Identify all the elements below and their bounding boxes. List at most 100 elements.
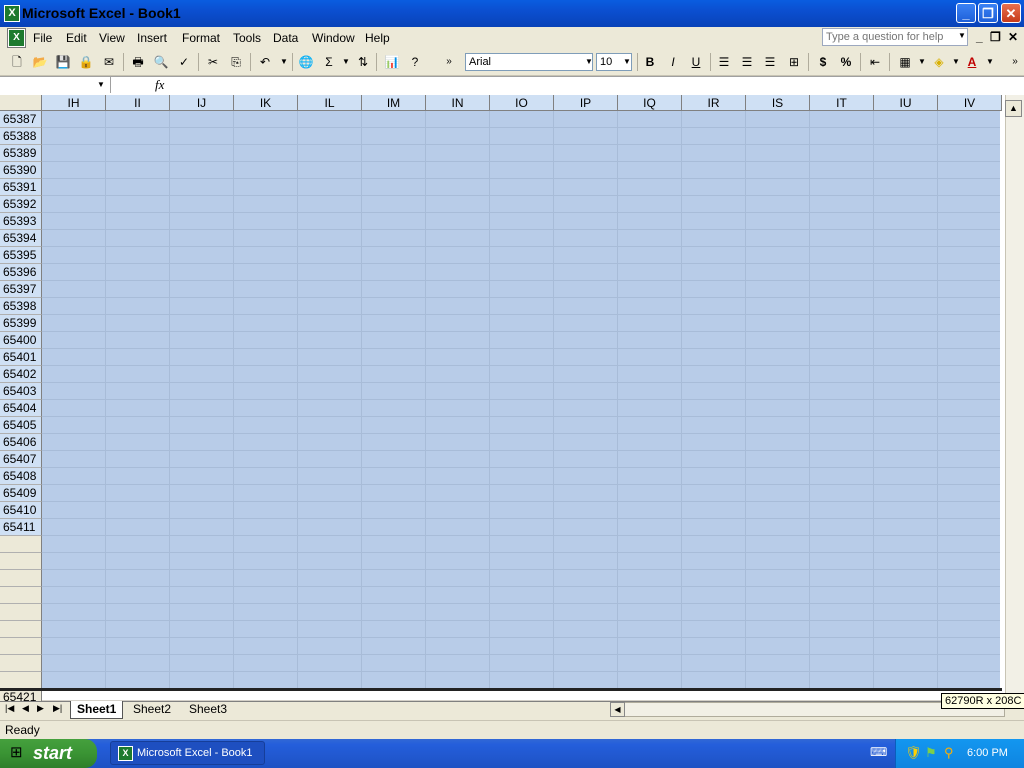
column-header[interactable]: IJ (170, 95, 234, 111)
menu-window[interactable]: Window (312, 31, 355, 45)
column-header[interactable]: IK (234, 95, 298, 111)
row-header[interactable] (0, 604, 42, 621)
doc-restore-icon[interactable]: ❐ (990, 30, 1001, 44)
menu-help[interactable]: Help (365, 31, 390, 45)
column-header[interactable]: IM (362, 95, 426, 111)
row-header[interactable]: 65405 (0, 417, 42, 434)
save-icon[interactable]: 💾 (54, 53, 72, 71)
row-header[interactable]: 65409 (0, 485, 42, 502)
split-bar[interactable] (0, 688, 1002, 691)
print-preview-icon[interactable]: 🔍 (152, 53, 170, 71)
row-header[interactable]: 65400 (0, 332, 42, 349)
help-search-input[interactable] (823, 29, 959, 45)
chevron-down-icon[interactable]: ▼ (618, 53, 636, 71)
column-header[interactable]: II (106, 95, 170, 111)
chevron-down-icon[interactable]: ▼ (981, 53, 999, 71)
sort-ascending-icon[interactable]: ⇅ (354, 53, 372, 71)
row-header[interactable]: 65395 (0, 247, 42, 264)
chevron-down-icon[interactable]: ▼ (275, 53, 293, 71)
row-header[interactable]: 65397 (0, 281, 42, 298)
help-icon[interactable]: ? (406, 53, 424, 71)
workbook-icon[interactable]: X (7, 28, 26, 48)
search-icon[interactable]: ⚲ (944, 745, 954, 761)
scroll-left-arrow-icon[interactable]: ◀ (610, 702, 625, 717)
row-header[interactable]: 65394 (0, 230, 42, 247)
row-header[interactable] (0, 536, 42, 553)
column-header[interactable]: IO (490, 95, 554, 111)
row-header[interactable]: 65390 (0, 162, 42, 179)
formula-input[interactable] (175, 77, 1015, 93)
row-header[interactable]: 65391 (0, 179, 42, 196)
prev-sheet-icon[interactable]: ◀ (22, 703, 29, 714)
cut-icon[interactable]: ✂ (204, 53, 222, 71)
tab-sheet3[interactable]: Sheet3 (183, 701, 233, 718)
column-header[interactable]: IU (874, 95, 938, 111)
align-center-icon[interactable]: ☰ (738, 53, 756, 71)
column-header[interactable]: IS (746, 95, 810, 111)
bold-button[interactable]: B (641, 53, 659, 71)
hyperlink-icon[interactable]: 🌐 (297, 53, 315, 71)
row-header[interactable]: 65389 (0, 145, 42, 162)
close-button[interactable]: ✕ (1001, 3, 1021, 23)
next-sheet-icon[interactable]: ▶ (37, 703, 44, 714)
tab-sheet1[interactable]: Sheet1 (70, 701, 124, 719)
row-header[interactable]: 65410 (0, 502, 42, 519)
doc-close-icon[interactable]: ✕ (1008, 30, 1018, 44)
undo-icon[interactable]: ↶ (256, 53, 274, 71)
print-icon[interactable]: 🖶 (129, 53, 147, 71)
percent-button[interactable]: % (837, 53, 855, 71)
toolbar-options-icon[interactable]: » (1006, 53, 1024, 71)
network-icon[interactable]: ⚑ (925, 745, 937, 761)
row-header[interactable]: 65399 (0, 315, 42, 332)
minimize-button[interactable]: _ (956, 3, 976, 23)
row-header[interactable] (0, 553, 42, 570)
menu-file[interactable]: File (33, 31, 52, 45)
insert-function-icon[interactable]: fx (155, 77, 164, 93)
font-color-icon[interactable]: A (963, 53, 981, 71)
chart-wizard-icon[interactable]: 📊 (383, 53, 401, 71)
keyboard-icon[interactable]: ⌨ (870, 745, 887, 759)
row-header[interactable]: 65388 (0, 128, 42, 145)
align-left-icon[interactable]: ☰ (715, 53, 733, 71)
column-header[interactable]: IP (554, 95, 618, 111)
copy-icon[interactable]: ⎘ (227, 53, 245, 71)
excel-app-icon[interactable]: X (4, 5, 20, 22)
open-folder-icon[interactable]: 📂 (31, 53, 49, 71)
column-header[interactable]: IV (938, 95, 1002, 111)
name-box[interactable] (2, 77, 111, 93)
row-header[interactable]: 65421 (0, 691, 42, 701)
menu-edit[interactable]: Edit (66, 31, 87, 45)
chevron-down-icon[interactable]: ▼ (97, 80, 105, 89)
currency-button[interactable]: $ (814, 53, 832, 71)
chevron-down-icon[interactable]: ▼ (337, 53, 355, 71)
row-header[interactable]: 65398 (0, 298, 42, 315)
scroll-up-arrow-icon[interactable]: ▲ (1005, 100, 1022, 117)
row-header[interactable]: 65404 (0, 400, 42, 417)
row-header[interactable]: 65403 (0, 383, 42, 400)
row-header[interactable] (0, 587, 42, 604)
column-header[interactable]: IH (42, 95, 106, 111)
row-header[interactable]: 65407 (0, 451, 42, 468)
selected-range[interactable] (42, 111, 1000, 688)
permission-icon[interactable]: 🔒 (77, 53, 95, 71)
decrease-indent-icon[interactable]: ⇤ (866, 53, 884, 71)
menu-format[interactable]: Format (182, 31, 220, 45)
column-header[interactable]: IL (298, 95, 362, 111)
row-header[interactable]: 65396 (0, 264, 42, 281)
italic-button[interactable]: I (664, 53, 682, 71)
menu-data[interactable]: Data (273, 31, 298, 45)
row-header[interactable] (0, 672, 42, 689)
underline-button[interactable]: U (687, 53, 705, 71)
email-icon[interactable]: ✉ (100, 53, 118, 71)
column-header[interactable]: IT (810, 95, 874, 111)
row-header[interactable]: 65411 (0, 519, 42, 536)
clock[interactable]: 6:00 PM (967, 739, 1008, 768)
row-header[interactable]: 65408 (0, 468, 42, 485)
row-header[interactable]: 65392 (0, 196, 42, 213)
menu-tools[interactable]: Tools (233, 31, 261, 45)
row-header[interactable] (0, 621, 42, 638)
chevron-down-icon[interactable]: ▼ (913, 53, 931, 71)
chevron-down-icon[interactable]: ▼ (958, 31, 966, 40)
column-header[interactable]: IN (426, 95, 490, 111)
align-right-icon[interactable]: ☰ (761, 53, 779, 71)
